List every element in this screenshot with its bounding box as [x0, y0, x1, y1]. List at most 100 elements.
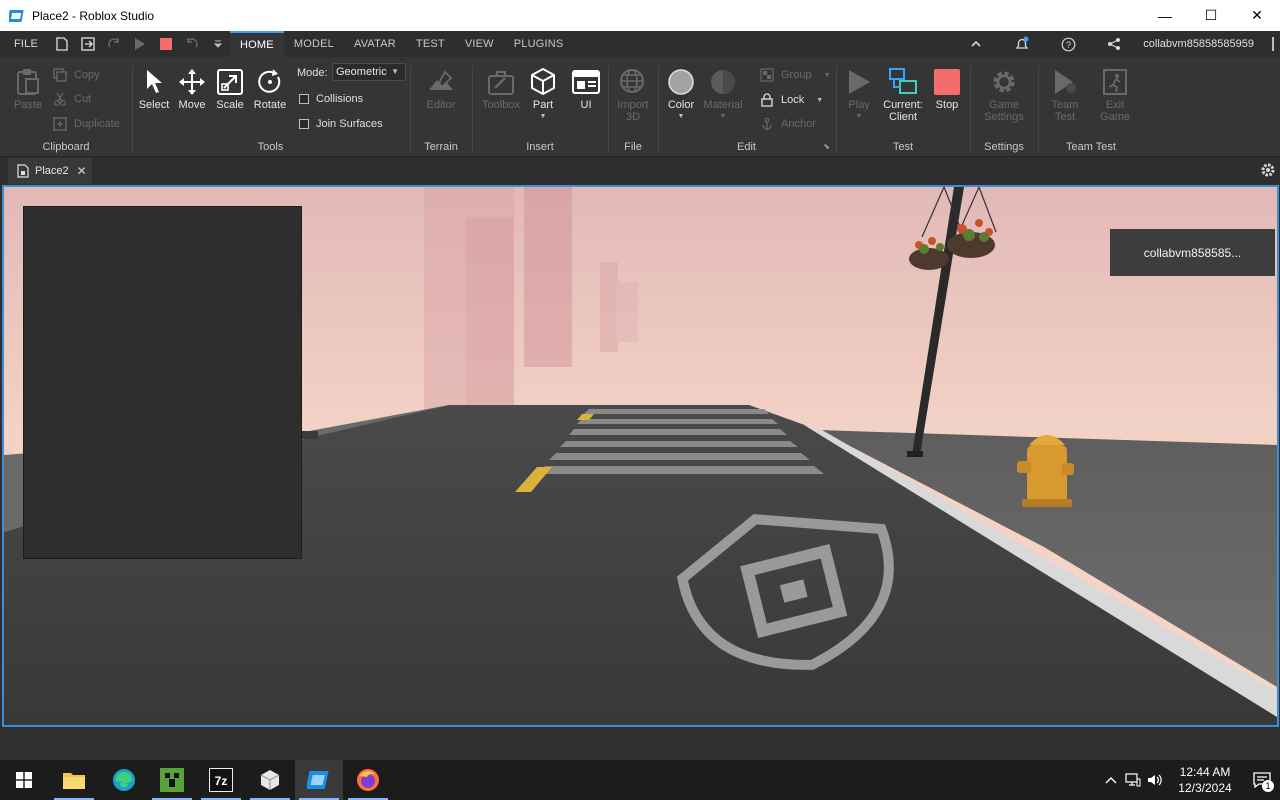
account-dropdown-icon[interactable]: [1268, 31, 1278, 57]
exit-game-button[interactable]: Exit Game: [1095, 65, 1135, 123]
game-settings-button[interactable]: Game Settings: [984, 65, 1024, 123]
player-name-tag[interactable]: collabvm858585...: [1110, 229, 1275, 276]
paste-button[interactable]: Paste: [10, 65, 46, 111]
part-chevron-down-icon[interactable]: ▼: [540, 113, 547, 120]
start-button[interactable]: [0, 760, 48, 800]
tab-home[interactable]: HOME: [230, 31, 284, 57]
quick-access-dropdown-icon[interactable]: [210, 36, 226, 52]
join-surfaces-toggle[interactable]: Join Surfaces: [299, 118, 383, 130]
taskbar-app-firefox[interactable]: [344, 760, 392, 800]
exit-game-label-line2: Game: [1100, 111, 1130, 123]
stop-icon[interactable]: [158, 36, 174, 52]
notification-center-icon[interactable]: 1: [1244, 760, 1280, 800]
minimize-button[interactable]: —: [1142, 0, 1188, 31]
join-surfaces-checkbox[interactable]: [299, 119, 309, 129]
part-label: Part: [532, 99, 554, 111]
terrain-editor-button[interactable]: Editor: [423, 65, 459, 111]
ui-button[interactable]: UI: [569, 65, 603, 111]
group-button[interactable]: Group ▼: [759, 67, 831, 83]
terrain-group-label: Terrain: [424, 141, 458, 153]
close-tab-icon[interactable]: ✕: [77, 164, 87, 178]
status-bar: [0, 727, 1280, 760]
stop-label: Stop: [935, 99, 959, 111]
exit-game-label-line1: Exit: [1105, 99, 1125, 111]
redo-icon[interactable]: [106, 36, 122, 52]
close-button[interactable]: ✕: [1234, 0, 1280, 31]
taskbar-app-minecraft[interactable]: [148, 760, 196, 800]
taskbar-app-7zip[interactable]: 7z: [197, 760, 245, 800]
file-menu[interactable]: FILE: [14, 38, 38, 50]
new-file-icon[interactable]: [54, 36, 70, 52]
maximize-button[interactable]: ☐: [1188, 0, 1234, 31]
tab-plugins[interactable]: PLUGINS: [504, 31, 574, 57]
copy-button[interactable]: Copy: [52, 67, 100, 83]
lock-button[interactable]: Lock ▼: [759, 92, 823, 108]
network-icon[interactable]: [1122, 760, 1144, 800]
play-icon[interactable]: [132, 36, 148, 52]
current-client-button[interactable]: Current: Client: [879, 65, 927, 123]
copy-label: Copy: [74, 69, 100, 81]
taskbar-clock[interactable]: 12:44 AM 12/3/2024: [1166, 764, 1244, 796]
test-group-label: Test: [892, 141, 914, 153]
taskbar-app-roblox-studio[interactable]: [295, 760, 343, 800]
color-button[interactable]: Color ▼: [663, 65, 699, 120]
import-3d-label-line2: 3D: [625, 111, 641, 123]
scale-button[interactable]: Scale: [212, 65, 248, 111]
menu-right-area: ? collabvm85858585959: [953, 31, 1280, 57]
rotate-button[interactable]: Rotate: [250, 65, 290, 111]
taskbar-app-roblox-player[interactable]: [246, 760, 294, 800]
scale-label: Scale: [216, 99, 244, 111]
material-chevron-down-icon[interactable]: ▼: [720, 113, 727, 120]
volume-icon[interactable]: [1144, 760, 1166, 800]
select-button[interactable]: Select: [136, 65, 172, 111]
document-tab-place2[interactable]: Place2 ✕: [8, 158, 92, 184]
play-button[interactable]: Play ▼: [841, 65, 877, 120]
mode-dropdown[interactable]: Geometric ▼: [332, 63, 406, 81]
team-test-button[interactable]: Team Test: [1045, 65, 1085, 123]
help-icon[interactable]: ?: [1056, 31, 1080, 57]
play-chevron-down-icon[interactable]: ▼: [856, 113, 863, 120]
collapse-ribbon-icon[interactable]: [964, 31, 988, 57]
share-icon[interactable]: [1102, 31, 1126, 57]
stop-button[interactable]: Stop: [929, 65, 965, 111]
duplicate-icon: [53, 117, 67, 131]
import-3d-button[interactable]: Import 3D: [615, 65, 651, 123]
collisions-checkbox[interactable]: [299, 94, 309, 104]
tab-model[interactable]: MODEL: [284, 31, 344, 57]
duplicate-button[interactable]: Duplicate: [52, 116, 120, 132]
publish-icon[interactable]: [80, 36, 96, 52]
join-surfaces-label: Join Surfaces: [316, 118, 383, 130]
tab-avatar[interactable]: AVATAR: [344, 31, 406, 57]
current-label-line2: Client: [888, 111, 918, 123]
document-tab-bar: Place2 ✕: [0, 157, 1280, 184]
cut-button[interactable]: Cut: [52, 91, 91, 107]
lock-chevron-down-icon[interactable]: ▼: [816, 97, 823, 104]
clipboard-group-label: Clipboard: [42, 141, 90, 153]
folder-icon: [63, 773, 85, 789]
tray-overflow-chevron-icon[interactable]: [1100, 760, 1122, 800]
taskbar-app-file-explorer[interactable]: [50, 760, 98, 800]
notifications-icon[interactable]: [1010, 31, 1034, 57]
tools-group-label: Tools: [257, 141, 284, 153]
collisions-toggle[interactable]: Collisions: [299, 93, 363, 105]
3d-viewport[interactable]: collabvm858585...: [2, 185, 1279, 727]
copy-icon: [53, 68, 67, 82]
anchor-button[interactable]: Anchor: [759, 116, 816, 132]
taskbar-app-edge[interactable]: [100, 760, 148, 800]
material-button[interactable]: Material ▼: [703, 65, 743, 120]
tab-view[interactable]: VIEW: [455, 31, 504, 57]
group-chevron-down-icon[interactable]: ▼: [824, 72, 831, 79]
undo-icon[interactable]: [184, 36, 200, 52]
group-label: Group: [781, 69, 812, 81]
username[interactable]: collabvm85858585959: [1143, 38, 1254, 50]
toolbox-button[interactable]: Toolbox: [479, 65, 523, 111]
insert-group-label: Insert: [526, 141, 554, 153]
tab-test[interactable]: TEST: [406, 31, 455, 57]
color-chevron-down-icon[interactable]: ▼: [678, 113, 685, 120]
part-button[interactable]: Part ▼: [525, 65, 561, 120]
document-tab-label: Place2: [35, 165, 69, 177]
terrain-group: Editor Terrain: [411, 57, 471, 157]
roblox-studio-window: Place2 - Roblox Studio — ☐ ✕ FILE HOME M…: [0, 0, 1280, 800]
viewport-settings-gear-icon[interactable]: [1260, 162, 1276, 178]
move-button[interactable]: Move: [174, 65, 210, 111]
